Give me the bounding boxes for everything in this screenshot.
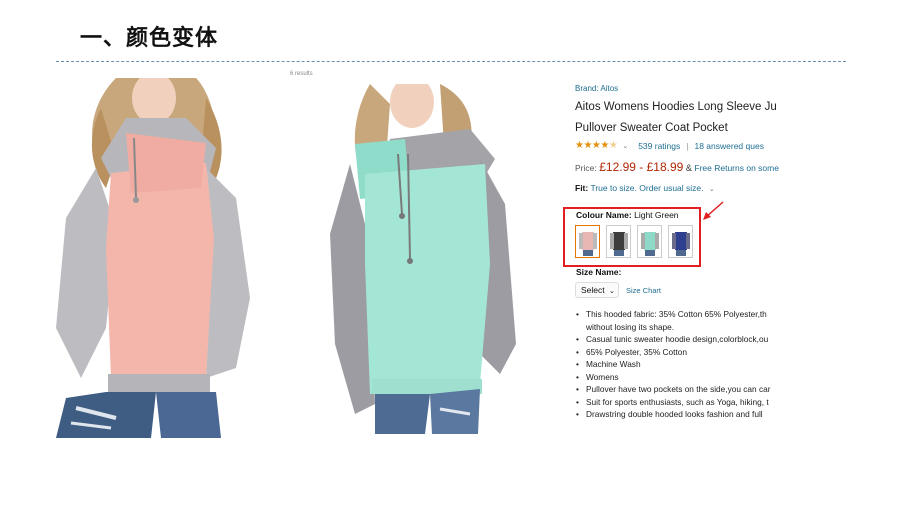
answered-questions-link[interactable]: 18 answered ques [694, 141, 763, 151]
free-returns-link[interactable]: Free Returns on some [694, 163, 779, 173]
size-chart-link[interactable]: Size Chart [626, 286, 661, 295]
fit-row: Fit: True to size. Order usual size. ⌄ [575, 183, 787, 193]
chevron-down-icon[interactable]: ⌄ [622, 142, 628, 150]
product-photo-pink [56, 78, 250, 438]
price-amp: & [685, 163, 692, 173]
product-title-line-1: Aitos Womens Hoodies Long Sleeve Ju [575, 101, 777, 113]
results-caption: 6 results [290, 71, 313, 77]
feature-bullets: This hooded fabric: 35% Cotton 65% Polye… [576, 308, 786, 421]
feature-bullet: Drawstring double hooded looks fashion a… [576, 408, 786, 421]
slide-title: 一、颜色变体 [80, 26, 219, 51]
price-label: Price: [575, 163, 597, 173]
rating-row: ★★★★★ ⌄ 539 ratings | 18 answered ques [575, 140, 785, 151]
feature-bullet: Pullover have two pockets on the side,yo… [576, 383, 786, 396]
price-row: Price: £12.99 - £18.99 & Free Returns on… [575, 160, 785, 174]
ratings-separator: | [686, 140, 689, 151]
ratings-link[interactable]: 539 ratings [638, 141, 680, 151]
fit-label: Fit: [575, 183, 589, 193]
feature-bullet: This hooded fabric: 35% Cotton 65% Polye… [576, 308, 786, 321]
size-select-dropdown[interactable]: Select ⌄ [575, 282, 619, 298]
feature-bullet: Suit for sports enthusiasts, such as Yog… [576, 396, 786, 409]
colour-name-label: Colour Name: [576, 210, 632, 220]
feature-bullet: Womens [576, 371, 786, 384]
colour-swatches [575, 225, 693, 258]
fit-value-link[interactable]: True to size. Order usual size. [590, 183, 703, 193]
feature-bullet: without losing its shape. [586, 321, 675, 332]
product-detail-panel: Brand: Aitos Aitos Womens Hoodies Long S… [575, 84, 787, 193]
fit-chevron-icon[interactable]: ⌄ [709, 186, 715, 193]
size-select-value: Select [581, 285, 605, 295]
price-value: £12.99 - £18.99 [599, 160, 684, 174]
red-arrow-icon [703, 201, 724, 220]
swatch-black-grey[interactable] [606, 225, 631, 258]
brand-link[interactable]: Brand: Aitos [575, 84, 787, 93]
swatch-light-green[interactable] [637, 225, 662, 258]
feature-bullet: Casual tunic sweater hoodie design,color… [576, 333, 786, 346]
size-name-label: Size Name: [576, 267, 622, 277]
product-title-line-2: Pullover Sweater Coat Pocket [575, 122, 728, 134]
swatch-pink-grey[interactable] [575, 225, 600, 258]
size-chevron-icon: ⌄ [609, 288, 615, 295]
swatch-navy-blue[interactable] [668, 225, 693, 258]
product-photo-light-green [330, 84, 516, 434]
colour-name-row: Colour Name: Light Green [576, 210, 679, 220]
star-rating-icon[interactable]: ★★★★★ [575, 140, 618, 151]
feature-bullet: Machine Wash [576, 358, 786, 371]
feature-bullet: 65% Polyester, 35% Cotton [576, 346, 786, 359]
colour-name-value: Light Green [634, 210, 679, 220]
title-divider [56, 61, 846, 62]
